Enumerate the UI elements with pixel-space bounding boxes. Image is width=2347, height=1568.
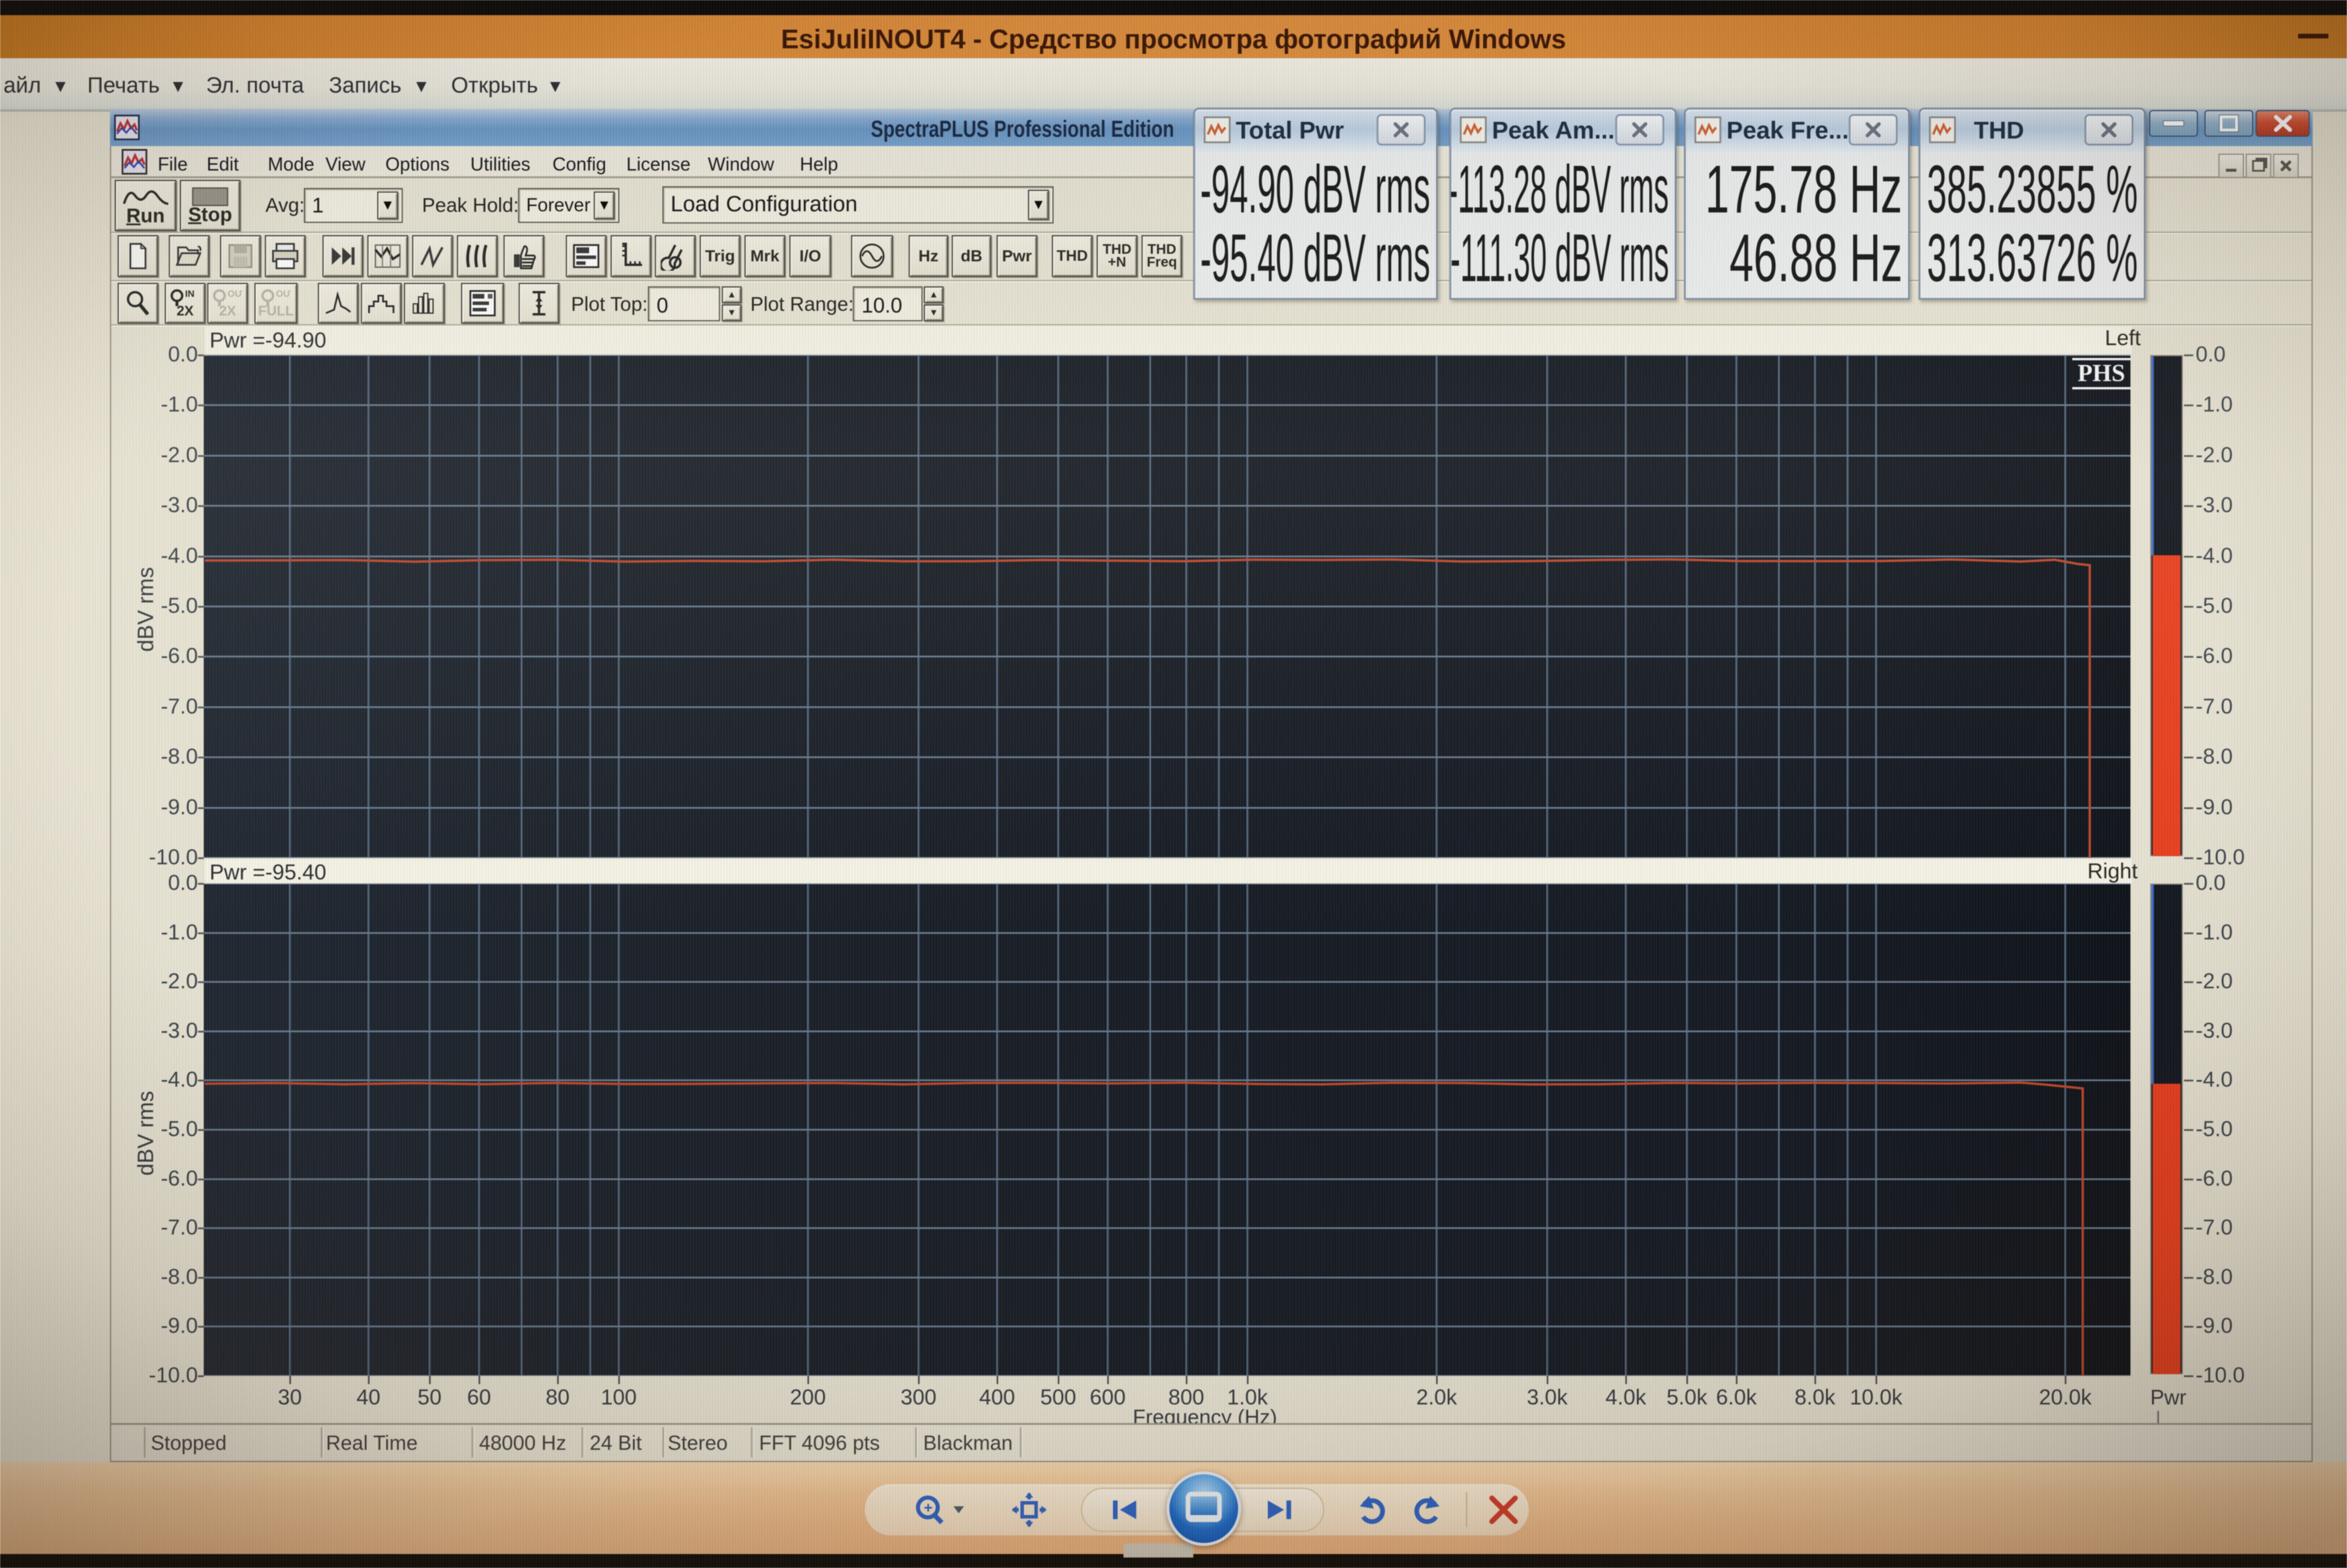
- svg-text:IN: IN: [185, 289, 194, 299]
- svg-text:+: +: [924, 1499, 933, 1516]
- svg-text:OUT: OUT: [228, 289, 243, 299]
- svg-text:OUT: OUT: [276, 289, 291, 299]
